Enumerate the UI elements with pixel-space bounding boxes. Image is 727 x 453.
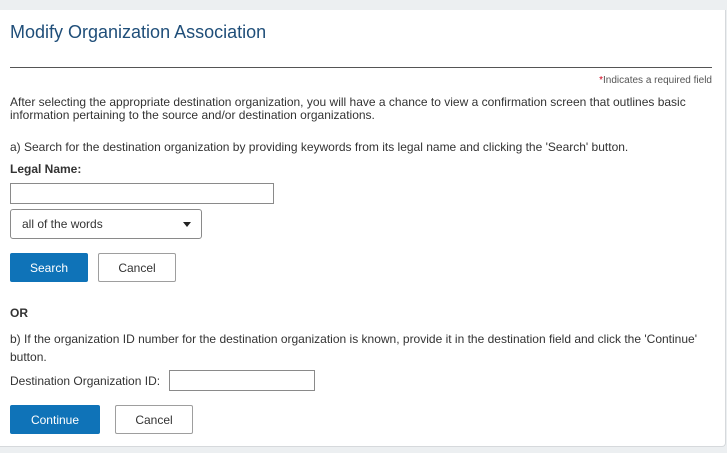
- destination-id-input[interactable]: [169, 370, 315, 391]
- chevron-down-icon: [183, 222, 191, 227]
- legal-name-label: Legal Name:: [10, 162, 82, 176]
- form-card: Modify Organization Association *Indicat…: [0, 10, 726, 447]
- continue-button[interactable]: Continue: [10, 405, 100, 434]
- page-title: Modify Organization Association: [10, 22, 267, 42]
- title-divider: [10, 67, 712, 68]
- match-type-select[interactable]: all of the words: [10, 209, 202, 239]
- required-note-text: Indicates a required field: [603, 75, 712, 86]
- match-type-selected: all of the words: [22, 217, 103, 231]
- legal-name-input[interactable]: [10, 183, 274, 204]
- intro-text: After selecting the appropriate destinat…: [10, 95, 686, 122]
- id-instructions: b) If the organization ID number for the…: [10, 332, 697, 364]
- required-field-note: *Indicates a required field: [599, 75, 712, 86]
- search-instructions: a) Search for the destination organizati…: [10, 140, 629, 154]
- or-separator: OR: [10, 306, 28, 320]
- id-cancel-button[interactable]: Cancel: [115, 405, 193, 434]
- search-cancel-button[interactable]: Cancel: [98, 253, 176, 282]
- search-button[interactable]: Search: [10, 253, 88, 282]
- destination-id-label: Destination Organization ID:: [10, 374, 161, 388]
